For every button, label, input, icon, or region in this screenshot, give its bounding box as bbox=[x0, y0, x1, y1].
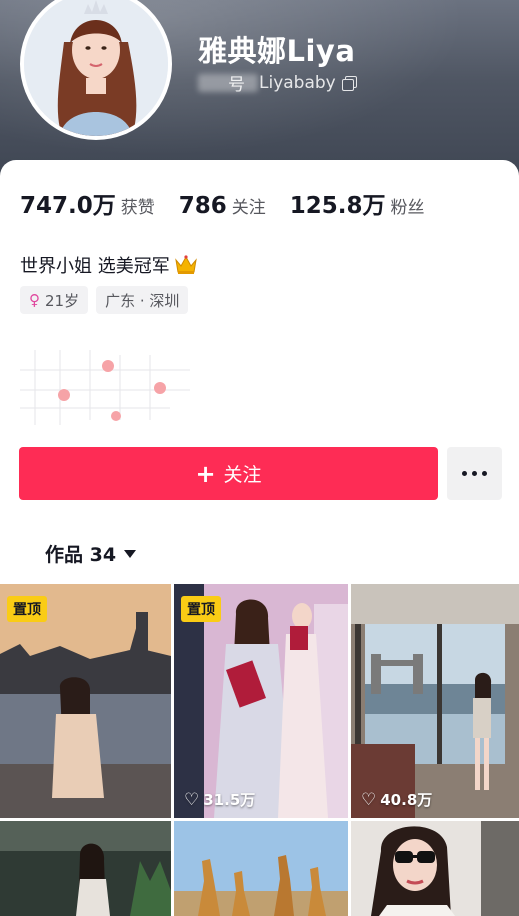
pinned-badge: 置顶 bbox=[181, 596, 221, 622]
tag-age-text: 21岁 bbox=[45, 291, 80, 310]
female-icon: ♀ bbox=[29, 291, 40, 309]
avatar-image bbox=[24, 0, 168, 136]
chevron-down-icon bbox=[124, 549, 137, 558]
stat-following-value: 786 bbox=[178, 193, 227, 219]
stat-following[interactable]: 786 关注 bbox=[179, 193, 266, 219]
video-tile[interactable]: 置顶 ♡ 31.5万 bbox=[174, 584, 348, 818]
tag-location: 广东 · 深圳 bbox=[96, 286, 189, 314]
bio-text: 世界小姐 选美冠军 bbox=[20, 256, 170, 277]
stat-followers-label: 粉丝 bbox=[390, 198, 425, 218]
stats-row: 747.0万 获赞 786 关注 125.8万 粉丝 bbox=[20, 186, 449, 220]
like-count: ♡ 31.5万 bbox=[184, 789, 255, 810]
video-thumbnail bbox=[0, 821, 171, 916]
bio: 世界小姐 选美冠军 bbox=[20, 252, 198, 278]
pinned-badge: 置顶 bbox=[7, 596, 47, 622]
stat-followers-value: 125.8万 bbox=[289, 193, 386, 219]
tab-works-label: 作品 34 bbox=[45, 544, 117, 566]
crown-icon bbox=[174, 255, 197, 274]
more-icon-dot bbox=[462, 471, 467, 476]
handle-label-blur bbox=[198, 73, 258, 92]
more-options-button[interactable] bbox=[447, 447, 502, 500]
video-tile[interactable] bbox=[351, 821, 519, 916]
stat-likes-label: 获赞 bbox=[120, 198, 155, 218]
handle-row: 号 Liyababy bbox=[198, 70, 357, 95]
follow-label: 关注 bbox=[223, 464, 262, 486]
like-count-value: 40.8万 bbox=[380, 791, 433, 809]
stat-likes-value: 747.0万 bbox=[20, 193, 116, 219]
handle-value: Liyababy bbox=[259, 72, 336, 93]
tag-location-text: 广东 · 深圳 bbox=[105, 291, 180, 310]
profile-tags: ♀ 21岁 广东 · 深圳 bbox=[20, 286, 189, 314]
decorative-sticker bbox=[20, 350, 190, 425]
heart-icon: ♡ bbox=[184, 789, 200, 810]
video-tile[interactable]: ♡ 40.8万 bbox=[351, 584, 519, 818]
profile-header: 雅典娜Liya 号 Liyababy bbox=[0, 0, 519, 180]
stat-likes[interactable]: 747.0万 获赞 bbox=[20, 186, 155, 220]
video-thumbnail bbox=[351, 584, 519, 818]
stat-following-label: 关注 bbox=[231, 198, 266, 218]
heart-icon: ♡ bbox=[361, 789, 377, 810]
video-tile[interactable] bbox=[0, 821, 171, 916]
profile-name: 雅典娜Liya bbox=[198, 34, 356, 68]
like-count-value: 31.5万 bbox=[203, 791, 256, 809]
video-thumbnail bbox=[174, 821, 348, 916]
more-icon-dot bbox=[472, 471, 477, 476]
video-tile[interactable]: 置顶 bbox=[0, 584, 171, 818]
tag-age: ♀ 21岁 bbox=[20, 286, 89, 314]
more-icon-dot bbox=[482, 471, 487, 476]
tab-works[interactable]: 作品 34 bbox=[45, 540, 137, 567]
plus-icon: + bbox=[195, 459, 216, 488]
like-count: ♡ 40.8万 bbox=[361, 789, 432, 810]
video-tile[interactable] bbox=[174, 821, 348, 916]
video-thumbnail bbox=[351, 821, 519, 916]
follow-button[interactable]: + 关注 bbox=[19, 447, 438, 500]
copy-icon[interactable] bbox=[341, 75, 357, 91]
stat-followers[interactable]: 125.8万 粉丝 bbox=[290, 186, 425, 220]
